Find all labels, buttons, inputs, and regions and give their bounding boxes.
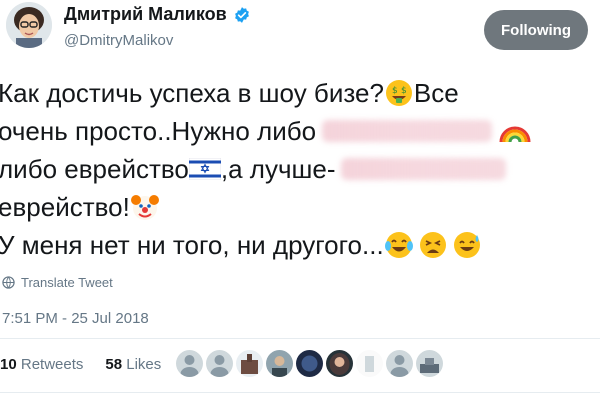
following-button[interactable]: Following [484, 10, 588, 50]
likes-label: Likes [126, 356, 162, 373]
redacted-text [322, 120, 493, 142]
liker-avatar[interactable] [266, 350, 293, 377]
display-name[interactable]: Дмитрий Маликов [64, 4, 251, 25]
liker-avatar[interactable] [206, 350, 233, 377]
liker-avatar[interactable] [326, 350, 353, 377]
translate-tweet-link[interactable]: Translate Tweet [2, 275, 113, 290]
tweet-text-segment: Как достичь успеха в шоу бизе? [0, 78, 384, 108]
retweets-count: 10 [0, 356, 17, 373]
liker-avatar[interactable] [296, 350, 323, 377]
likes-count: 58 [105, 356, 123, 373]
divider [0, 392, 600, 393]
divider [0, 338, 600, 339]
retweets-label: Retweets [20, 356, 84, 373]
clown-face-emoji [130, 195, 159, 220]
verified-badge-icon [234, 6, 249, 23]
rainbow-emoji [499, 126, 531, 143]
tweet-line-2: очень просто..Нужно либо [0, 112, 600, 150]
retweets-stat[interactable]: 10 Retweets [0, 356, 83, 373]
svg-text:$: $ [392, 86, 398, 96]
tweet-line-1: Как достичь успеха в шоу бизе? $ $ Все [0, 74, 600, 112]
globe-icon [2, 276, 15, 289]
tweet-text-segment: очень просто..Нужно либо [0, 116, 317, 146]
sweat-smile-emoji [453, 232, 480, 258]
tweet-line-4: еврейство! [0, 188, 600, 226]
tweet-text-segment: Все [413, 78, 459, 108]
liker-avatar[interactable] [386, 350, 413, 377]
tweet-line-3: либо еврейство ,а лучше- [0, 150, 600, 188]
avatar[interactable] [6, 2, 52, 48]
display-name-text: Дмитрий Маликов [64, 4, 227, 24]
translate-label: Translate Tweet [21, 275, 113, 290]
tweet-line-5: У меня нет ни того, ни другого... [0, 226, 600, 264]
liker-avatar[interactable] [356, 350, 383, 377]
tweet-text-segment: ,а лучше- [220, 154, 336, 184]
svg-text:$: $ [401, 86, 407, 96]
money-face-emoji: $ $ [385, 80, 412, 106]
liker-avatar[interactable] [176, 350, 203, 377]
tweet-text-segment: У меня нет ни того, ни другого... [0, 230, 384, 260]
liker-avatar[interactable] [236, 350, 263, 377]
tweet-text-segment: либо еврейство [0, 154, 189, 184]
weary-face-emoji [419, 232, 446, 258]
liker-avatars [176, 350, 443, 377]
tweet-text-segment: еврейство! [0, 192, 130, 222]
likes-stat[interactable]: 58 Likes [105, 356, 161, 373]
user-handle[interactable]: @DmitryMalikov [64, 32, 173, 49]
tweet-text: Как достичь успеха в шоу бизе? $ $ Все о… [0, 74, 600, 264]
redacted-text [341, 158, 507, 180]
crying-laughing-emoji [384, 232, 413, 258]
tweet-stats: 10 Retweets 58 Likes [0, 356, 161, 373]
liker-avatar[interactable] [416, 350, 443, 377]
israel-flag-emoji [188, 158, 221, 180]
tweet-timestamp[interactable]: 7:51 PM - 25 Jul 2018 [2, 310, 149, 327]
